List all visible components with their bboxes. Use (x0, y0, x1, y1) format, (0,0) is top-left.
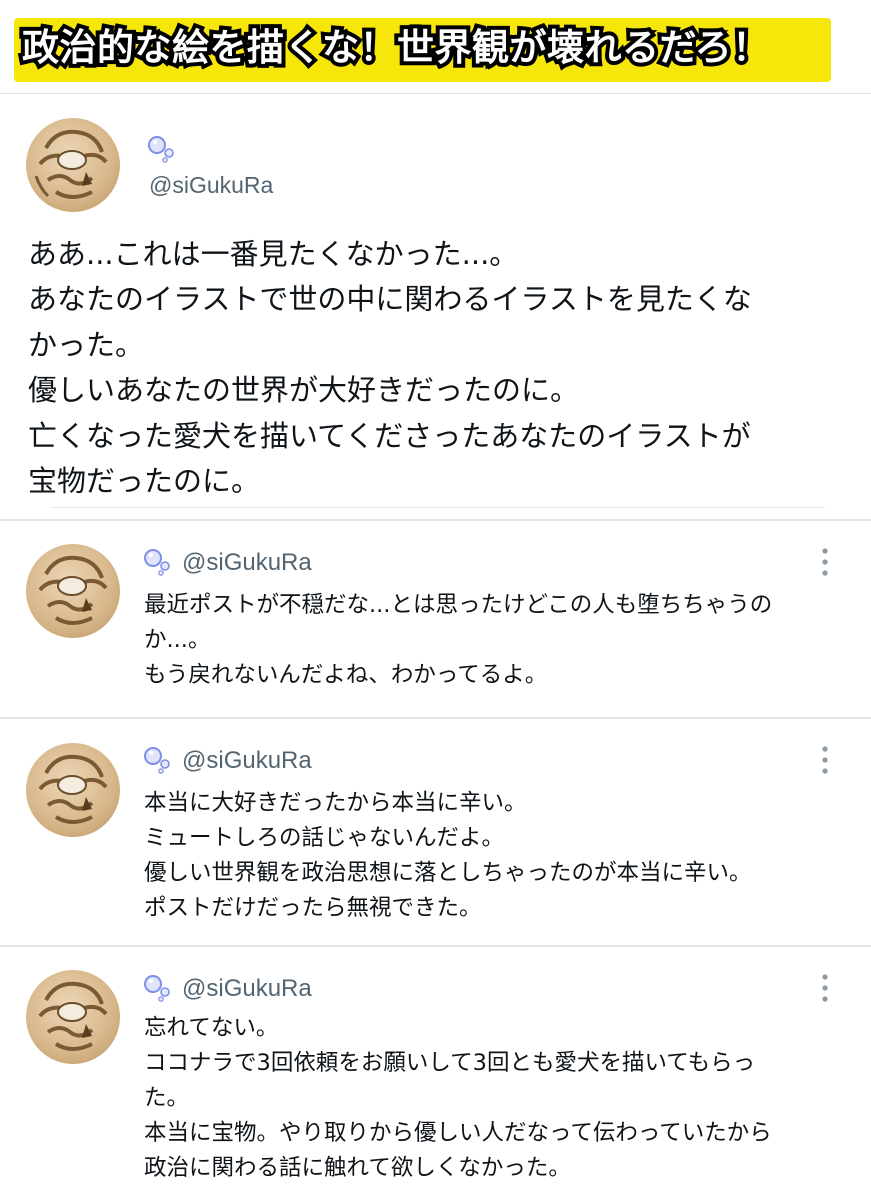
main-post-line: 亡くなった愛犬を描いてくださったあなたのイラストが (28, 418, 751, 453)
main-post-line: 宝物だったのに。 (28, 464, 261, 499)
reply-handle[interactable]: @siGukuRa (182, 549, 312, 577)
bubbles-icon (142, 744, 172, 774)
reply-line: か...。 (144, 627, 211, 653)
avatar[interactable] (26, 118, 120, 212)
reply-text: 忘れてない。 ココナラで3回依頼をお願いして3回とも愛犬を描いてもらっ た。 本… (144, 1011, 854, 1186)
avatar-image (38, 981, 108, 1051)
avatar[interactable] (26, 743, 120, 837)
bubbles-icon (146, 133, 176, 163)
avatar[interactable] (26, 544, 120, 638)
reply-line: 本当に大好きだったから本当に辛い。 (144, 790, 527, 816)
divider (0, 519, 871, 521)
divider (0, 945, 871, 947)
reply-line: 本当に宝物。やり取りから優しい人だなって伝わっていたから (144, 1120, 772, 1146)
reply-line: 政治に関わる話に触れて欲しくなかった。 (144, 1155, 571, 1181)
bubbles-icon (142, 972, 172, 1002)
reply-line: 優しい世界観を政治思想に落としちゃったのが本当に辛い。 (144, 860, 752, 886)
main-post-text: ああ...これは一番見たくなかった...。 あなたのイラストで世の中に関わるイラ… (28, 232, 858, 504)
bubbles-icon (142, 546, 172, 576)
reply-line: た。 (144, 1085, 190, 1111)
reply-handle[interactable]: @siGukuRa (182, 975, 312, 1003)
reply-text: 最近ポストが不穏だな...とは思ったけどこの人も堕ちちゃうの か...。 もう戻… (144, 588, 854, 693)
avatar[interactable] (26, 970, 120, 1064)
reply-text: 本当に大好きだったから本当に辛い。 ミュートしろの話じゃないんだよ。 優しい世界… (144, 786, 854, 926)
reply-line: 最近ポストが不穏だな...とは思ったけどこの人も堕ちちゃうの (144, 592, 773, 618)
reply-handle[interactable]: @siGukuRa (182, 747, 312, 775)
avatar-image (34, 129, 108, 199)
more-vertical-icon[interactable] (818, 744, 832, 776)
avatar-image (38, 754, 108, 824)
main-post-line: かった。 (28, 327, 145, 362)
main-post-line: ああ...これは一番見たくなかった...。 (28, 237, 519, 271)
headline-text: 政治的な絵を描くな！世界観が壊れるだろ！ (18, 22, 773, 73)
reply-line: ミュートしろの話じゃないんだよ。 (144, 825, 505, 851)
divider (50, 507, 825, 508)
reply-line: ポストだけだったら無視できた。 (144, 895, 482, 921)
main-post-line: あなたのイラストで世の中に関わるイラストを見たくな (28, 282, 752, 317)
reply-line: もう戻れないんだよね、わかってるよ。 (144, 662, 548, 688)
reply-line: ココナラで3回依頼をお願いして3回とも愛犬を描いてもらっ (144, 1050, 756, 1076)
avatar-image (38, 555, 108, 625)
more-vertical-icon[interactable] (818, 972, 832, 1004)
more-vertical-icon[interactable] (818, 546, 832, 578)
main-post-handle[interactable]: @siGukuRa (149, 172, 273, 199)
divider (0, 717, 871, 719)
reply-line: 忘れてない。 (144, 1015, 279, 1041)
divider (0, 93, 871, 94)
main-post-line: 優しいあなたの世界が大好きだったのに。 (28, 373, 580, 408)
